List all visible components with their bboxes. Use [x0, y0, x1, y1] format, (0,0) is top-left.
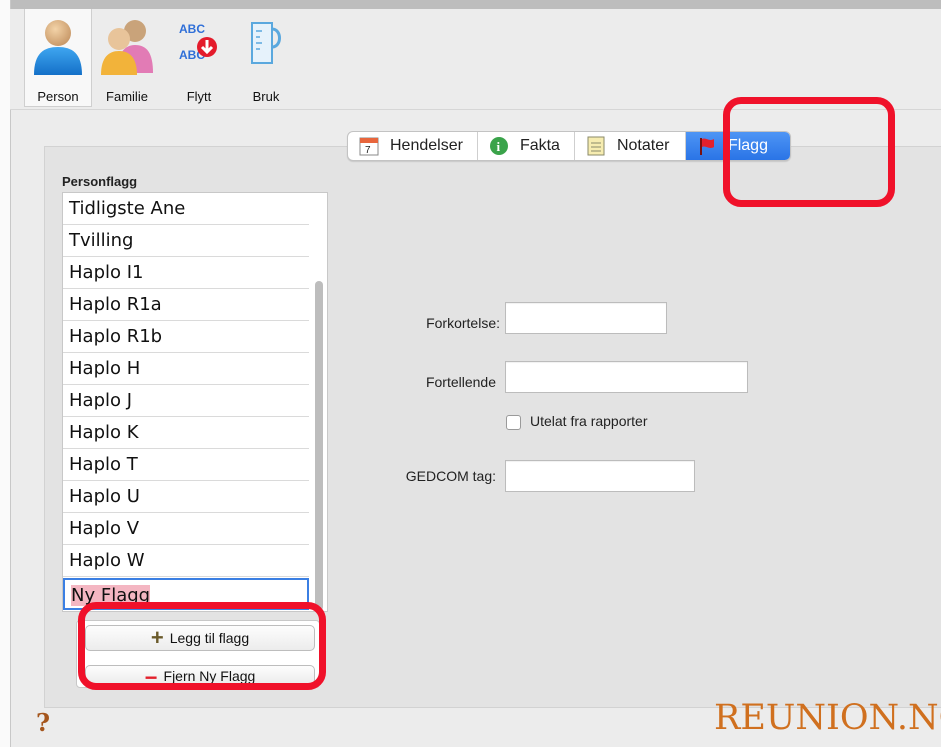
gedcom-input[interactable]	[505, 460, 695, 492]
list-item[interactable]: Haplo H	[63, 353, 309, 385]
notepad-icon	[585, 135, 607, 157]
narrative-input[interactable]	[505, 361, 748, 393]
annotation-box-flagg-tab	[723, 97, 895, 207]
toolbar-person-label: Person	[37, 89, 79, 104]
abbrev-label: Forkortelse:	[426, 315, 500, 331]
toolbar-person-button[interactable]: Person	[24, 9, 92, 107]
annotation-box-flag-buttons	[78, 602, 326, 690]
tab-notater-label: Notater	[616, 137, 670, 154]
brand-watermark: REUNION.NO	[714, 698, 941, 738]
toolbar-family-label: Familie	[106, 89, 148, 104]
help-icon[interactable]: ?	[36, 708, 50, 737]
tab-fakta-label: Fakta	[519, 137, 560, 154]
toolbar-move-label: Flytt	[186, 89, 212, 104]
person-icon	[34, 20, 82, 75]
window-top-border	[0, 0, 941, 9]
list-item[interactable]: Haplo R1a	[63, 289, 309, 321]
list-item[interactable]: Haplo J	[63, 385, 309, 417]
exclude-label: Utelat fra rapporter	[530, 413, 648, 429]
list-item[interactable]: Haplo V	[63, 513, 309, 545]
family-icon	[101, 20, 153, 75]
toolbar-move-button[interactable]: ABC ABC Flytt	[168, 9, 230, 106]
list-item[interactable]: Tvilling	[63, 225, 309, 257]
gedcom-label: GEDCOM tag:	[405, 468, 496, 484]
abbrev-input[interactable]	[505, 302, 667, 334]
info-icon: i	[488, 135, 510, 157]
list-scrollbar[interactable]	[315, 281, 323, 611]
list-item[interactable]: Haplo W	[63, 545, 309, 577]
list-item[interactable]: Haplo T	[63, 449, 309, 481]
list-item[interactable]: Haplo I1	[63, 257, 309, 289]
toolbar: Person Familie ABC ABC Flytt Bruk	[10, 9, 941, 110]
abc-top-text: ABC	[179, 22, 205, 36]
list-item[interactable]: Haplo U	[63, 481, 309, 513]
exclude-checkbox[interactable]	[506, 415, 521, 430]
list-item[interactable]: Tidligste Ane	[63, 193, 309, 225]
toolbar-use-button[interactable]: Bruk	[236, 9, 296, 106]
list-item[interactable]: Haplo R1b	[63, 321, 309, 353]
tab-notater[interactable]: Notater	[575, 132, 686, 160]
calendar-day-text: 7	[365, 145, 371, 156]
calendar-icon: 7	[358, 135, 380, 157]
personflagg-heading: Personflagg	[62, 174, 138, 189]
tab-hendelser[interactable]: 7 Hendelser	[348, 132, 478, 160]
move-abc-icon: ABC ABC	[179, 22, 217, 62]
flag-list: Tidligste Ane Tvilling Haplo I1 Haplo R1…	[62, 192, 328, 612]
toolbar-use-label: Bruk	[252, 89, 280, 104]
left-edge-strip	[0, 0, 11, 747]
tab-fakta[interactable]: i Fakta	[478, 132, 575, 160]
red-flag-icon	[696, 135, 718, 157]
list-item[interactable]: Haplo K	[63, 417, 309, 449]
measuring-jug-icon	[251, 22, 281, 64]
narrative-label: Fortellende	[425, 374, 496, 390]
tab-hendelser-label: Hendelser	[390, 137, 463, 154]
info-letter: i	[496, 139, 500, 154]
toolbar-family-button[interactable]: Familie	[96, 9, 158, 106]
